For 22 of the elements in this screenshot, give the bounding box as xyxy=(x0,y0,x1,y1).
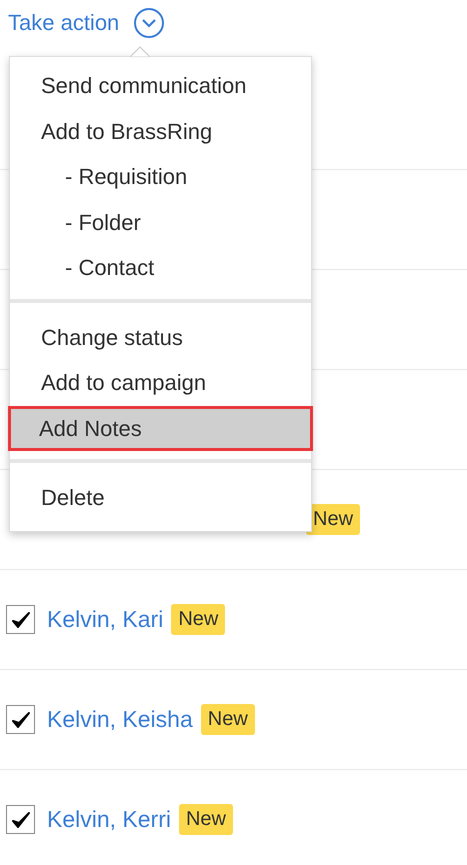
take-action-link[interactable]: Take action xyxy=(8,10,120,36)
checkbox[interactable] xyxy=(6,705,35,734)
candidate-link[interactable]: Kelvin, Keisha xyxy=(47,706,193,733)
chevron-circle-icon[interactable] xyxy=(133,7,166,39)
checkbox[interactable] xyxy=(6,605,35,634)
status-tag: New xyxy=(171,604,226,635)
menu-item[interactable]: - Requisition xyxy=(10,154,311,200)
menu-item[interactable]: Send communication xyxy=(10,63,311,108)
candidate-link[interactable]: Kelvin, Kari xyxy=(47,606,164,633)
menu-item[interactable]: Change status xyxy=(10,314,311,360)
menu-item[interactable]: - Folder xyxy=(10,200,311,245)
checkmark-icon xyxy=(10,810,30,830)
menu-item[interactable]: Add to BrassRing xyxy=(10,108,311,154)
menu-item[interactable]: - Contact xyxy=(10,245,311,290)
checkmark-icon xyxy=(10,610,30,630)
status-tag: New xyxy=(200,704,255,735)
status-tag: New xyxy=(178,804,233,835)
candidate-link[interactable]: Kelvin, Kerri xyxy=(47,806,171,833)
menu-item[interactable]: Add Notes xyxy=(8,406,313,451)
checkbox[interactable] xyxy=(6,805,35,834)
checkmark-icon xyxy=(10,710,30,730)
menu-item[interactable]: Add to campaign xyxy=(10,360,311,406)
